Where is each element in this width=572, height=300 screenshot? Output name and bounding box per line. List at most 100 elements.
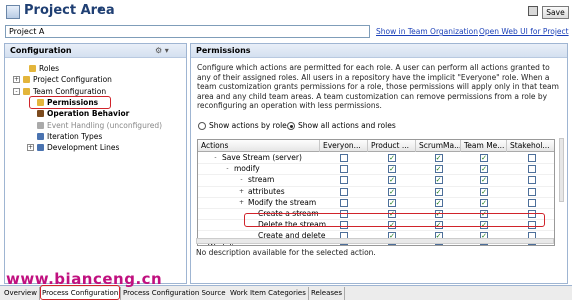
permission-checkbox-checked[interactable]: ✓ (480, 176, 488, 185)
tab-3[interactable]: Work Item Categories (228, 287, 309, 300)
permissions-description: Configure which actions are permitted fo… (197, 63, 559, 110)
tree-item-7[interactable]: + Development Lines (5, 143, 185, 153)
radio-show-all[interactable] (287, 122, 295, 130)
permission-checkbox-checked[interactable]: ✓ (388, 198, 396, 207)
highlight-permissions (29, 96, 111, 109)
tree-item-4[interactable]: Operation Behavior (5, 109, 185, 119)
tree-item-icon (23, 87, 30, 95)
column-header-5[interactable]: Stakehol... (507, 140, 554, 152)
permission-checkbox[interactable] (340, 154, 348, 162)
radio-show-by-role-label: Show actions by role (209, 121, 287, 130)
action-label: modify (234, 164, 260, 174)
permission-checkbox-checked[interactable]: ✓ (434, 198, 443, 207)
tree-item-5[interactable]: Event Handling (unconfigured) (5, 121, 185, 131)
permission-checkbox-checked[interactable]: ✓ (434, 187, 443, 196)
tree-item-label: Roles (39, 64, 60, 73)
tree-item-6[interactable]: Iteration Types (5, 132, 185, 142)
radio-show-all-label: Show all actions and roles (298, 121, 396, 130)
table-row[interactable]: + attributes ✓ ✓ ✓ (198, 186, 554, 198)
table-row[interactable]: - stream ✓ ✓ ✓ (198, 175, 554, 187)
collapse-icon[interactable]: - (238, 177, 245, 184)
tree-item-label: Development Lines (47, 143, 120, 153)
configuration-panel-header: Configuration ⚙ ▾ (5, 44, 186, 58)
tree-item-icon (37, 144, 44, 152)
save-icon[interactable] (528, 6, 538, 16)
project-area-icon (6, 5, 20, 19)
tab-0[interactable]: Overview (2, 287, 40, 300)
tree-item-icon (37, 121, 44, 129)
configuration-panel-title: Configuration (10, 46, 72, 55)
permission-checkbox-checked[interactable]: ✓ (480, 187, 488, 196)
action-label: stream (248, 175, 275, 185)
collapse-icon[interactable]: - (13, 87, 20, 95)
table-row[interactable]: - modify ✓ ✓ ✓ (198, 164, 554, 176)
permission-checkbox[interactable] (340, 198, 348, 207)
permission-checkbox[interactable] (340, 165, 348, 174)
tab-2[interactable]: Process Configuration Source (121, 287, 229, 300)
tree-item-label: Project Configuration (33, 75, 112, 85)
gear-icon[interactable]: ⚙ ▾ (155, 46, 169, 55)
permission-checkbox[interactable] (527, 165, 536, 174)
tree-item-icon (37, 132, 44, 140)
tree-item-icon (29, 65, 36, 72)
permissions-table-header: Actions Everyon... Product ... ScrumMa... Te… (198, 140, 554, 152)
collapse-icon[interactable]: - (224, 166, 231, 173)
permissions-table: Actions Everyon... Product ... ScrumMa... Te… (197, 139, 555, 246)
radio-show-by-role[interactable] (198, 122, 206, 130)
permission-checkbox[interactable] (340, 176, 348, 185)
column-header-2[interactable]: Product ... (368, 140, 416, 152)
column-header-1[interactable]: Everyon... (320, 140, 368, 152)
column-header-3[interactable]: ScrumMa... (416, 140, 461, 152)
highlight-delete-stream (244, 213, 545, 227)
permission-checkbox[interactable] (527, 154, 536, 162)
watermark: www.bianceng.cn (6, 270, 163, 288)
permission-checkbox-checked[interactable]: ✓ (388, 154, 396, 162)
permission-checkbox-checked[interactable]: ✓ (388, 187, 396, 196)
project-name-field[interactable]: Project A (5, 25, 370, 38)
permission-checkbox[interactable] (527, 187, 536, 196)
tab-4[interactable]: Releases (309, 287, 345, 300)
configuration-panel: Configuration ⚙ ▾ Roles + Project Configur… (4, 43, 187, 284)
tree-item-label: Iteration Types (47, 131, 103, 141)
save-button[interactable]: Save (542, 6, 569, 19)
chevron-down-icon[interactable]: ▾ (98, 5, 103, 15)
action-label: Save Stream (server) (222, 153, 302, 162)
vertical-scrollbar[interactable] (559, 138, 564, 202)
permission-checkbox-checked[interactable]: ✓ (480, 154, 488, 162)
tree-item-label: Event Handling (unconfigured) (47, 120, 163, 130)
permissions-panel-header: Permissions (191, 44, 567, 58)
collapse-icon[interactable]: - (212, 155, 219, 162)
permission-checkbox-checked[interactable]: ✓ (434, 165, 443, 174)
column-header-4[interactable]: Team Me... (461, 140, 507, 152)
permission-checkbox-checked[interactable]: ✓ (388, 165, 396, 174)
tree-item-icon (23, 76, 30, 84)
column-header-0[interactable]: Actions (198, 140, 320, 152)
expand-icon[interactable]: + (238, 199, 245, 207)
show-in-team-organization-link[interactable]: Show in Team Organization (376, 27, 478, 36)
permission-checkbox[interactable] (527, 198, 536, 207)
collapse-icon[interactable]: - (198, 244, 205, 245)
open-web-ui-link[interactable]: Open Web UI for Project (479, 27, 569, 36)
expand-icon[interactable]: + (13, 76, 20, 84)
permission-checkbox-checked[interactable]: ✓ (434, 176, 443, 185)
permission-checkbox-checked[interactable]: ✓ (434, 154, 443, 162)
tree-item-icon (37, 110, 44, 118)
action-label: attributes (248, 186, 285, 196)
horizontal-scrollbar[interactable] (196, 238, 554, 244)
action-label: Modify the stream (248, 197, 317, 207)
editor-title-bar: Project Area ▾ Save (0, 0, 572, 24)
tree-item-1[interactable]: + Project Configuration (5, 75, 185, 85)
permission-checkbox[interactable] (340, 187, 348, 196)
tree-item-label: Operation Behavior (47, 109, 130, 119)
permission-checkbox[interactable] (527, 176, 536, 185)
tree-item-0[interactable]: Roles (5, 64, 185, 74)
table-row[interactable]: - Save Stream (server) ✓ ✓ ✓ (198, 153, 554, 165)
expand-icon[interactable]: + (238, 188, 245, 196)
table-row[interactable]: + Modify the stream ✓ ✓ ✓ (198, 197, 554, 209)
expand-icon[interactable]: + (27, 144, 34, 152)
permission-checkbox-checked[interactable]: ✓ (388, 176, 396, 185)
permission-checkbox-checked[interactable]: ✓ (480, 165, 488, 174)
action-description-status: No description available for the selecte… (196, 248, 376, 257)
permission-checkbox-checked[interactable]: ✓ (480, 198, 488, 207)
permissions-panel-title: Permissions (196, 46, 251, 55)
